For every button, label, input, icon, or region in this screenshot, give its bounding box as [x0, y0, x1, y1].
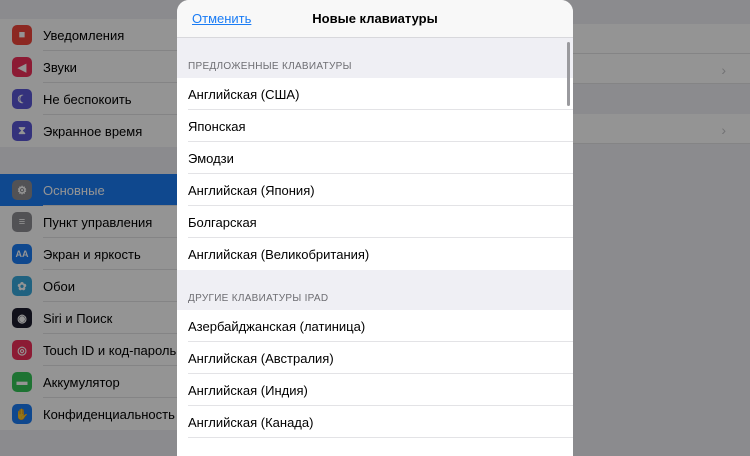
keyboard-row[interactable]: Японская	[177, 110, 573, 142]
keyboard-row[interactable]: Эмодзи	[177, 142, 573, 174]
keyboard-row[interactable]: Английская (Япония)	[177, 174, 573, 206]
keyboard-row[interactable]: Английская (Индия)	[177, 374, 573, 406]
keyboard-row[interactable]: Английская (Великобритания)	[177, 238, 573, 270]
keyboard-row[interactable]: Английская (Австралия)	[177, 342, 573, 374]
keyboard-row[interactable]: Английская (США)	[177, 78, 573, 110]
scrollbar[interactable]	[567, 42, 570, 106]
keyboard-row[interactable]: Болгарская	[177, 206, 573, 238]
sheet-header: Отменить Новые клавиатуры	[177, 0, 573, 38]
keyboard-row[interactable]: Азербайджанская (латиница)	[177, 310, 573, 342]
other-keyboards-header: ДРУГИЕ КЛАВИАТУРЫ IPAD	[177, 270, 573, 310]
keyboard-row[interactable]: Английская (Канада)	[177, 406, 573, 438]
suggested-keyboards-header: ПРЕДЛОЖЕННЫЕ КЛАВИАТУРЫ	[177, 38, 573, 78]
sheet-title: Новые клавиатуры	[312, 11, 438, 26]
new-keyboards-sheet: Отменить Новые клавиатуры ПРЕДЛОЖЕННЫЕ К…	[177, 0, 573, 456]
